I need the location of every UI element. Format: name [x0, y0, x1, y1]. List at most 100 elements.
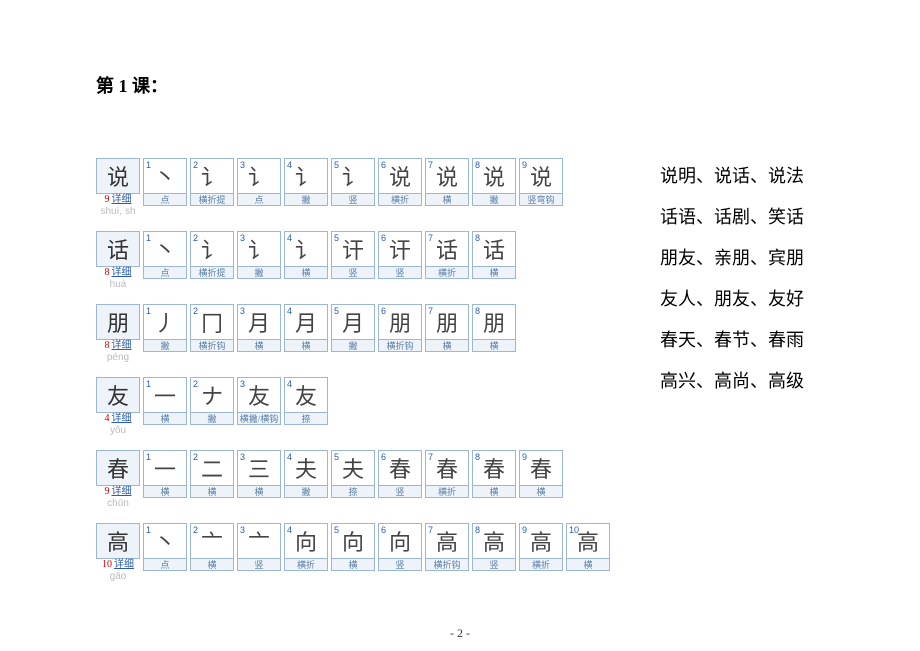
stroke-cell: 高8竖	[472, 523, 516, 582]
stroke-cell: 向5横	[331, 523, 375, 582]
stroke-cell: 朋7横	[425, 304, 469, 363]
stroke-label: 横	[519, 486, 563, 498]
stroke-label: 竖	[378, 486, 422, 498]
stroke-label: 竖弯钩	[519, 194, 563, 206]
character-meta: 10详细	[102, 560, 134, 570]
stroke-box: 讦5	[331, 231, 375, 267]
stroke-label: 捺	[284, 413, 328, 425]
stroke-cell: 丶1点	[143, 523, 187, 582]
stroke-box: 月5	[331, 304, 375, 340]
stroke-number: 4	[287, 306, 292, 316]
pinyin-label: chūn	[107, 498, 129, 509]
stroke-label: 横	[190, 486, 234, 498]
stroke-number: 6	[381, 306, 386, 316]
stroke-label: 横	[237, 486, 281, 498]
stroke-box: 春6	[378, 450, 422, 486]
stroke-count: 8	[105, 268, 110, 278]
detail-link[interactable]: 详细	[112, 341, 132, 351]
stroke-number: 3	[240, 525, 245, 535]
character-row: 话8详细huà丶1点讠2横折提讠3撇讠4横讦5竖讦6竖话7横折话8横	[96, 231, 610, 290]
stroke-label: 横	[472, 267, 516, 279]
stroke-number: 4	[287, 160, 292, 170]
stroke-box: 二2	[190, 450, 234, 486]
stroke-box: 讠2	[190, 231, 234, 267]
character-glyph: 话	[96, 231, 140, 267]
stroke-label: 横	[425, 194, 469, 206]
stroke-box: 话8	[472, 231, 516, 267]
stroke-label: 撇	[284, 194, 328, 206]
stroke-cell: 丶1点	[143, 158, 187, 217]
stroke-cell: 讠2横折提	[190, 158, 234, 217]
stroke-box: 春9	[519, 450, 563, 486]
stroke-number: 6	[381, 525, 386, 535]
stroke-cell: 春9横	[519, 450, 563, 509]
pinyin-label: péng	[107, 352, 129, 363]
stroke-cell: ナ2撇	[190, 377, 234, 436]
detail-link[interactable]: 详细	[114, 560, 134, 570]
stroke-box: 冂2	[190, 304, 234, 340]
character-meta: 8详细	[105, 341, 132, 351]
vocab-line: 话语、话剧、笑话	[660, 203, 804, 229]
stroke-box: 讠4	[284, 231, 328, 267]
stroke-number: 5	[334, 525, 339, 535]
stroke-box: 丶1	[143, 523, 187, 559]
stroke-label: 竖	[331, 194, 375, 206]
stroke-label: 横折	[519, 559, 563, 571]
stroke-cell: 春6竖	[378, 450, 422, 509]
stroke-box: 春7	[425, 450, 469, 486]
character-meta: 9详细	[105, 195, 132, 205]
stroke-label: 横折提	[190, 267, 234, 279]
stroke-label: 竖	[472, 559, 516, 571]
stroke-label: 横	[237, 340, 281, 352]
stroke-box: 高10	[566, 523, 610, 559]
stroke-cell: 高7横折钩	[425, 523, 469, 582]
stroke-label: 捺	[331, 486, 375, 498]
stroke-number: 10	[569, 525, 579, 535]
stroke-box: 亠3	[237, 523, 281, 559]
stroke-label: 横折	[425, 486, 469, 498]
stroke-box: 朋8	[472, 304, 516, 340]
page-number: - 2 -	[0, 626, 920, 641]
stroke-number: 2	[193, 306, 198, 316]
detail-link[interactable]: 详细	[112, 195, 132, 205]
stroke-box: 讠5	[331, 158, 375, 194]
character-glyph: 高	[96, 523, 140, 559]
stroke-box: 丶1	[143, 231, 187, 267]
stroke-box: 朋7	[425, 304, 469, 340]
pinyin-label: yǒu	[110, 425, 126, 436]
stroke-cell: 一1横	[143, 377, 187, 436]
stroke-number: 2	[193, 233, 198, 243]
stroke-box: 向5	[331, 523, 375, 559]
detail-link[interactable]: 详细	[112, 414, 132, 424]
stroke-box: 一1	[143, 377, 187, 413]
stroke-box: 向4	[284, 523, 328, 559]
stroke-label: 横	[143, 413, 187, 425]
pinyin-label: huà	[110, 279, 127, 290]
stroke-box: 高7	[425, 523, 469, 559]
stroke-box: 高8	[472, 523, 516, 559]
stroke-number: 6	[381, 233, 386, 243]
stroke-number: 1	[146, 160, 151, 170]
stroke-label: 点	[237, 194, 281, 206]
stroke-cell: 夫5捺	[331, 450, 375, 509]
stroke-label: 横	[143, 486, 187, 498]
vocabulary-list: 说明、说话、说法话语、话剧、笑话朋友、亲朋、宾朋友人、朋友、友好春天、春节、春雨…	[660, 158, 804, 393]
stroke-label: 横折钩	[425, 559, 469, 571]
stroke-box: 丿1	[143, 304, 187, 340]
detail-link[interactable]: 详细	[112, 268, 132, 278]
stroke-number: 4	[287, 233, 292, 243]
stroke-cell: 朋8横	[472, 304, 516, 363]
stroke-box: 话7	[425, 231, 469, 267]
vocab-line: 春天、春节、春雨	[660, 326, 804, 352]
stroke-cell: 高10横	[566, 523, 610, 582]
stroke-number: 6	[381, 160, 386, 170]
stroke-label: 撇	[472, 194, 516, 206]
character-meta: 9详细	[105, 487, 132, 497]
stroke-number: 9	[522, 160, 527, 170]
vocab-line: 说明、说话、说法	[660, 162, 804, 188]
stroke-cell: 亠2横	[190, 523, 234, 582]
stroke-number: 2	[193, 160, 198, 170]
detail-link[interactable]: 详细	[112, 487, 132, 497]
stroke-number: 5	[334, 452, 339, 462]
stroke-cell: 月3横	[237, 304, 281, 363]
